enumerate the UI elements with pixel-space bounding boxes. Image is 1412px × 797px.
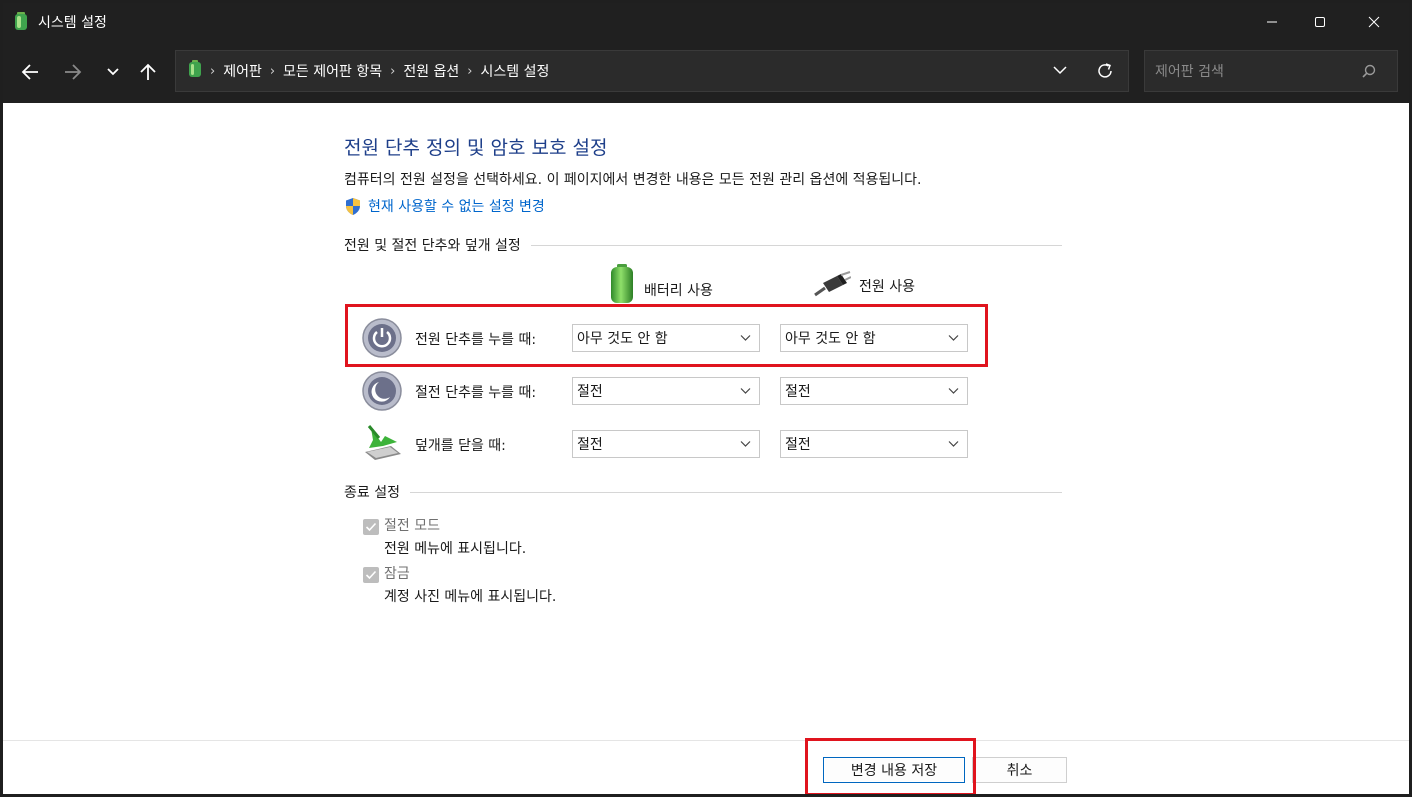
sleep-mode-description: 전원 메뉴에 표시됩니다. <box>384 541 527 557</box>
section-title: 종료 설정 <box>344 485 400 501</box>
plugged-column-header: 전원 사용 <box>811 271 915 297</box>
selected-value: 절전 <box>785 437 811 453</box>
window: 시스템 설정 › 제어판 › 모든 제어판 항목 › 전원 옵션 › 시스템 설… <box>3 3 1409 794</box>
close-button[interactable] <box>1351 3 1397 40</box>
breadcrumb: › 제어판 › 모든 제어판 항목 › 전원 옵션 › 시스템 설정 <box>188 51 549 91</box>
selected-value: 아무 것도 안 함 <box>785 331 876 347</box>
arrow-up-icon <box>140 63 156 80</box>
lid-close-plugged-select[interactable]: 절전 <box>780 430 968 458</box>
navigation-bar: › 제어판 › 모든 제어판 항목 › 전원 옵션 › 시스템 설정 <box>3 40 1409 103</box>
breadcrumb-power-options[interactable]: 전원 옵션 <box>403 61 459 81</box>
chevron-right-icon: › <box>390 63 396 79</box>
battery-column-header: 배터리 사용 <box>608 264 713 304</box>
up-button[interactable] <box>135 59 161 85</box>
arrow-right-icon <box>65 64 82 80</box>
footer-divider <box>3 740 1409 741</box>
refresh-button[interactable] <box>1095 61 1115 85</box>
minimize-icon <box>1267 21 1277 22</box>
lid-close-battery-select[interactable]: 절전 <box>572 430 760 458</box>
uac-shield-icon <box>346 197 360 215</box>
chevron-right-icon: › <box>210 63 216 79</box>
minimize-button[interactable] <box>1249 3 1295 40</box>
close-icon <box>1368 16 1380 27</box>
maximize-icon <box>1315 16 1325 27</box>
save-changes-button[interactable]: 변경 내용 저장 <box>823 757 965 783</box>
selected-value: 절전 <box>577 437 603 453</box>
power-button-plugged-select[interactable]: 아무 것도 안 함 <box>780 324 968 352</box>
section-title: 전원 및 절전 단추와 덮개 설정 <box>344 238 521 254</box>
chevron-right-icon: › <box>467 63 473 79</box>
breadcrumb-system-settings[interactable]: 시스템 설정 <box>481 61 550 81</box>
back-button[interactable] <box>17 59 43 85</box>
cancel-button[interactable]: 취소 <box>972 757 1067 783</box>
search-input[interactable] <box>1153 59 1357 85</box>
lid-close-label: 덮개를 닫을 때: <box>415 438 506 454</box>
address-dropdown-button[interactable] <box>1052 63 1068 81</box>
power-button-icon <box>361 317 403 363</box>
page-description: 컴퓨터의 전원 설정을 선택하세요. 이 페이지에서 변경한 내용은 모든 전원… <box>344 172 922 188</box>
chevron-right-icon: › <box>269 63 276 79</box>
refresh-icon <box>1098 63 1112 78</box>
selected-value: 절전 <box>577 384 603 400</box>
change-unavailable-settings-link[interactable]: 현재 사용할 수 없는 설정 변경 <box>344 196 545 216</box>
divider <box>409 491 1062 493</box>
chevron-down-icon <box>740 441 751 447</box>
power-options-icon <box>13 11 29 35</box>
chevron-down-icon <box>740 388 751 394</box>
laptop-lid-icon <box>361 424 403 466</box>
address-bar[interactable]: › 제어판 › 모든 제어판 항목 › 전원 옵션 › 시스템 설정 <box>175 50 1129 92</box>
lock-checkbox[interactable] <box>363 567 379 583</box>
lock-description: 계정 사진 메뉴에 표시됩니다. <box>384 589 557 605</box>
page-title: 전원 단추 정의 및 암호 보호 설정 <box>344 137 608 159</box>
breadcrumb-control-panel[interactable]: 제어판 <box>223 61 262 81</box>
power-button-battery-select[interactable]: 아무 것도 안 함 <box>572 324 760 352</box>
window-title: 시스템 설정 <box>38 15 107 31</box>
power-plug-icon <box>814 271 851 297</box>
link-label: 현재 사용할 수 없는 설정 변경 <box>368 199 545 215</box>
chevron-down-icon <box>948 335 959 341</box>
sleep-mode-checkbox[interactable] <box>363 519 379 535</box>
forward-button[interactable] <box>60 59 86 85</box>
maximize-button[interactable] <box>1297 3 1343 40</box>
divider <box>530 244 1062 246</box>
chevron-down-icon <box>948 441 959 447</box>
section-header-buttons-lid: 전원 및 절전 단추와 덮개 설정 <box>344 235 1062 255</box>
lock-label: 잠금 <box>384 566 410 582</box>
battery-column-label: 배터리 사용 <box>644 283 713 299</box>
checkmark-icon <box>365 522 377 532</box>
power-button-label: 전원 단추를 누를 때: <box>415 332 537 348</box>
arrow-left-icon <box>21 64 38 80</box>
address-power-icon <box>188 60 202 82</box>
sleep-button-icon <box>361 370 403 416</box>
title-bar: 시스템 설정 <box>3 3 1409 40</box>
chevron-down-icon <box>740 335 751 341</box>
selected-value: 절전 <box>785 384 811 400</box>
sleep-button-label: 절전 단추를 누를 때: <box>415 385 537 401</box>
sleep-button-battery-select[interactable]: 절전 <box>572 377 760 405</box>
battery-icon <box>611 264 633 303</box>
chevron-down-icon <box>1053 66 1067 75</box>
chevron-down-icon <box>107 68 119 76</box>
plugged-column-label: 전원 사용 <box>859 279 915 295</box>
sleep-button-plugged-select[interactable]: 절전 <box>780 377 968 405</box>
selected-value: 아무 것도 안 함 <box>577 331 668 347</box>
breadcrumb-all-items[interactable]: 모든 제어판 항목 <box>283 61 382 81</box>
checkmark-icon <box>365 570 377 580</box>
search-box[interactable] <box>1144 50 1398 92</box>
content-area: 전원 단추 정의 및 암호 보호 설정 컴퓨터의 전원 설정을 선택하세요. 이… <box>3 103 1409 794</box>
section-header-shutdown: 종료 설정 <box>344 482 1062 502</box>
recent-locations-button[interactable] <box>100 59 126 85</box>
chevron-down-icon <box>948 388 959 394</box>
sleep-mode-label: 절전 모드 <box>384 518 440 534</box>
search-icon[interactable] <box>1361 63 1377 83</box>
